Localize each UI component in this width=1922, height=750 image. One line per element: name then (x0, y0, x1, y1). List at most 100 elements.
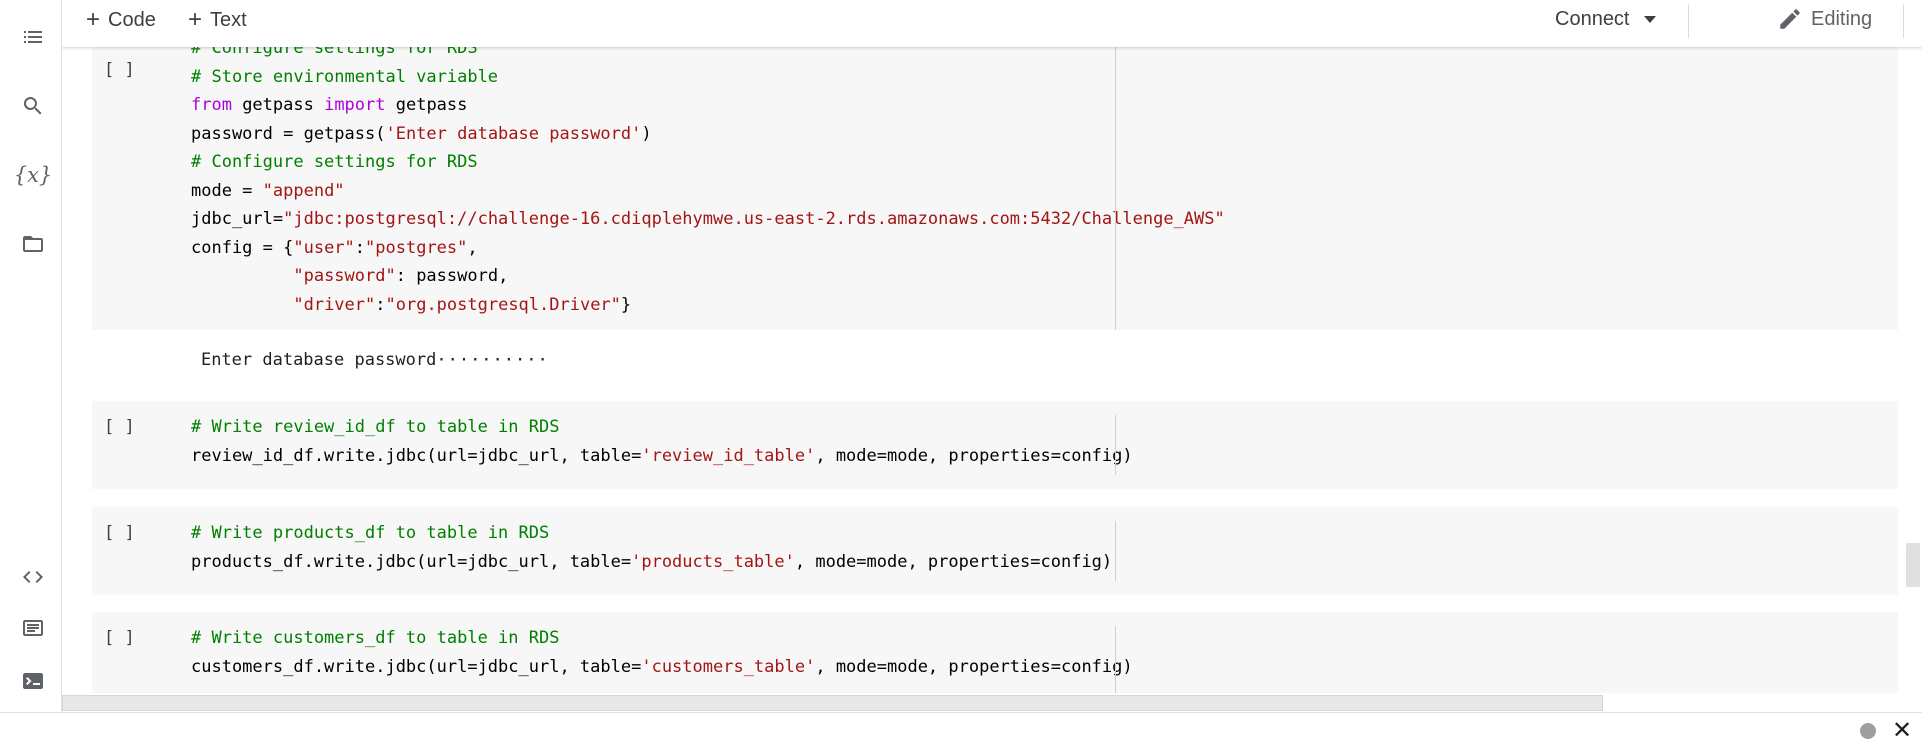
code-line: # Write customers_df to table in RDS (191, 624, 1133, 653)
files-icon[interactable] (18, 229, 48, 259)
code-token: "user" (293, 237, 355, 258)
code-line: jdbc_url="jdbc:postgresql://challenge-16… (191, 205, 1225, 234)
code-cell[interactable]: [ ] # Write review_id_df to table in RDS… (92, 401, 1898, 489)
run-cell-button[interactable]: [ ] (104, 523, 135, 543)
code-token: : (375, 294, 386, 315)
code-editor[interactable]: # Configure settings for RDS # Store envi… (191, 47, 1225, 319)
code-cell[interactable]: [ ] # Write products_df to table in RDS p… (92, 507, 1898, 595)
code-token: 'Enter database password' (385, 123, 642, 144)
code-token: : (354, 237, 366, 258)
status-indicator-icon (1860, 723, 1876, 739)
code-editor[interactable]: # Write products_df to table in RDS produ… (191, 519, 1112, 576)
variables-icon[interactable]: {x} (14, 160, 53, 190)
editing-mode-button[interactable]: Editing (1777, 6, 1872, 32)
line-length-ruler (1115, 47, 1116, 330)
code-token: # Configure settings for RDS (191, 47, 478, 58)
plus-icon: + (86, 6, 101, 33)
code-token: products_df.write.jdbc(url=jdbc_url, tab… (191, 551, 632, 572)
code-token: "org.postgresql.Driver" (385, 294, 621, 315)
code-line: mode = "append" (191, 177, 1225, 206)
code-cell[interactable]: [ ] # Configure settings for RDS # Store … (92, 47, 1898, 330)
code-token: "password" (293, 266, 396, 286)
code-token: "append" (262, 180, 345, 201)
pencil-icon (1780, 9, 1800, 29)
code-token: # Store environmental variable (191, 66, 499, 87)
password-input[interactable]: ·········· (436, 350, 548, 370)
connect-label: Connect (1555, 8, 1630, 30)
code-snippets-icon[interactable] (18, 562, 48, 592)
code-token: # Configure settings for RDS (191, 152, 478, 172)
run-cell-button[interactable]: [ ] (104, 628, 135, 648)
code-token: # Write products_df to table in RDS (191, 523, 550, 543)
notebook-content: [ ] # Configure settings for RDS # Store … (62, 47, 1922, 693)
toolbar-divider (1688, 4, 1689, 38)
code-line: # Write products_df to table in RDS (191, 519, 1112, 548)
code-token: review_id_df.write.jdbc(url=jdbc_url, ta… (191, 445, 642, 466)
line-length-ruler (1115, 521, 1116, 581)
code-token: : password, (395, 266, 509, 286)
add-code-button[interactable]: + Code (86, 7, 156, 33)
code-token: "postgres" (365, 237, 468, 258)
notebook-toolbar: + Code + Text Connect Editing (62, 0, 1922, 47)
search-icon[interactable] (18, 91, 48, 121)
code-line: review_id_df.write.jdbc(url=jdbc_url, ta… (191, 442, 1133, 471)
add-text-label: Text (210, 8, 247, 31)
code-line: customers_df.write.jdbc(url=jdbc_url, ta… (191, 653, 1133, 682)
code-cell[interactable]: [ ] # Write customers_df to table in RDS… (92, 612, 1898, 693)
code-line: # Configure settings for RDS (191, 148, 1225, 177)
code-editor[interactable]: # Write customers_df to table in RDS cust… (191, 624, 1133, 681)
code-token: 'review_id_table' (641, 445, 816, 466)
command-palette-icon[interactable] (18, 613, 48, 643)
code-line: products_df.write.jdbc(url=jdbc_url, tab… (191, 548, 1112, 577)
horizontal-scrollbar[interactable] (62, 695, 1920, 712)
code-token: customers_df.write.jdbc(url=jdbc_url, ta… (191, 656, 642, 677)
code-token: getpass (385, 95, 468, 115)
editing-label: Editing (1811, 7, 1873, 30)
output-prompt: Enter database password (200, 350, 437, 370)
code-token: config = { (191, 237, 294, 258)
connect-button[interactable]: Connect (1555, 8, 1656, 31)
code-token: , mode=mode, properties=config) (815, 656, 1133, 677)
code-token: , mode=mode, properties=config) (815, 445, 1133, 466)
cell-output: Enter database password·········· (160, 330, 549, 390)
left-sidebar: {x} (0, 0, 62, 712)
code-line: # Configure settings for RDS (191, 47, 1225, 63)
line-length-ruler (1115, 415, 1116, 475)
run-cell-button[interactable]: [ ] (104, 60, 135, 80)
terminal-icon[interactable] (18, 666, 48, 696)
close-icon[interactable]: ✕ (1892, 719, 1912, 743)
vertical-scrollbar-thumb[interactable] (1906, 543, 1920, 587)
status-bar: ✕ (0, 712, 1922, 750)
code-token: password = getpass( (191, 123, 386, 144)
code-line: password = getpass('Enter database passw… (191, 120, 1225, 149)
code-token: getpass (231, 95, 325, 115)
code-line: "password": password, (191, 262, 1225, 291)
code-editor[interactable]: # Write review_id_df to table in RDS revi… (191, 413, 1133, 470)
code-line: "driver":"org.postgresql.Driver"} (191, 291, 1225, 320)
add-code-label: Code (108, 8, 156, 31)
add-text-button[interactable]: + Text (188, 7, 247, 33)
code-token: jdbc_url= (191, 209, 284, 229)
code-line: config = {"user":"postgres", (191, 234, 1225, 263)
table-of-contents-icon[interactable] (18, 22, 48, 52)
code-token: 'products_table' (631, 551, 795, 572)
line-length-ruler (1115, 626, 1116, 693)
code-line: # Write review_id_df to table in RDS (191, 413, 1133, 442)
code-token: # Write customers_df to table in RDS (191, 628, 560, 648)
toolbar-divider (1903, 4, 1904, 38)
chevron-down-icon[interactable] (1643, 16, 1656, 23)
code-token: # Write review_id_df to table in RDS (191, 417, 560, 437)
run-cell-button[interactable]: [ ] (104, 417, 135, 437)
code-line: from getpass import getpass (191, 91, 1225, 120)
code-token: , mode=mode, properties=config) (794, 551, 1113, 572)
code-token: import (324, 95, 386, 115)
code-token: } (620, 294, 632, 315)
code-token: , (467, 237, 478, 258)
code-token: from (191, 95, 232, 115)
code-token: "driver" (293, 294, 376, 315)
code-token: ) (641, 123, 652, 144)
horizontal-scrollbar-thumb[interactable] (62, 695, 1603, 711)
code-token: "jdbc:postgresql://challenge-16.cdiqpleh… (283, 209, 1225, 229)
